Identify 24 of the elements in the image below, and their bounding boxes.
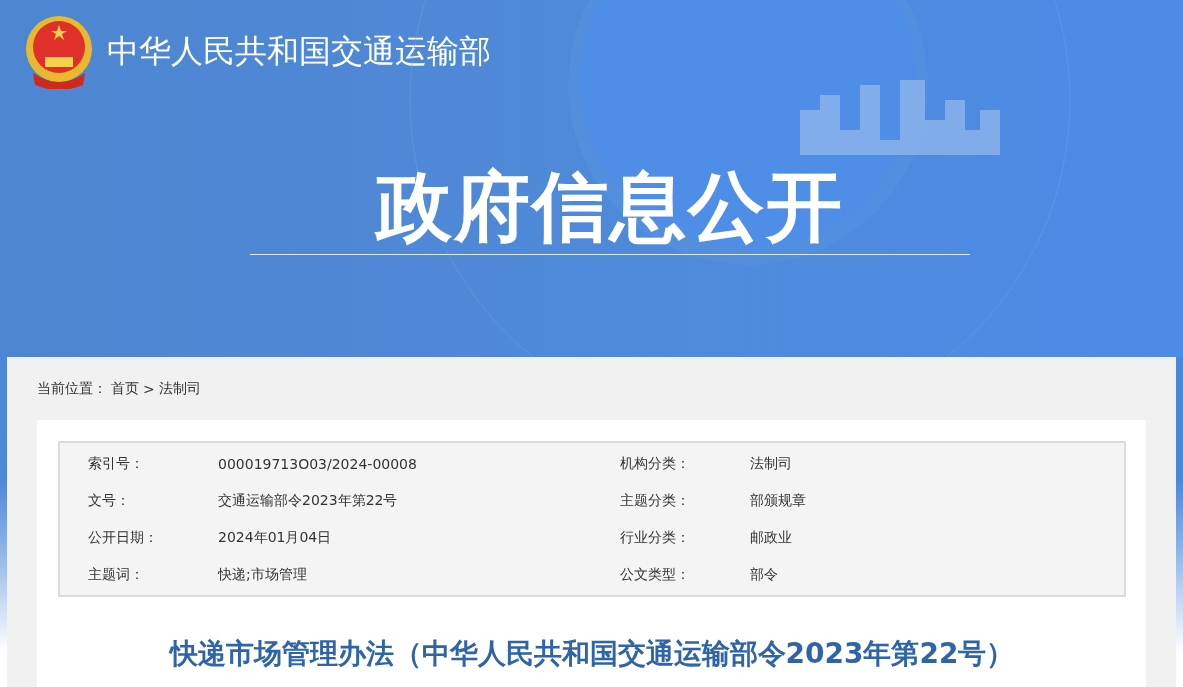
breadcrumb-link[interactable]: 法制司 — [158, 380, 201, 398]
info-label: 公开日期： — [88, 528, 159, 547]
info-label: 主题词： — [88, 565, 145, 584]
banner-title: 政府信息公开 — [376, 161, 844, 253]
national-emblem-icon — [23, 15, 95, 89]
info-label: 索引号： — [88, 454, 145, 473]
article-title: 快递市场管理办法（中华人民共和国交通运输部令2023年第22号） — [167, 636, 1016, 672]
info-label: 公文类型： — [620, 565, 691, 584]
info-label: 主题分类： — [620, 491, 691, 510]
info-label: 机构分类： — [620, 454, 691, 473]
info-label: 行业分类： — [620, 528, 691, 547]
info-label: 文号： — [88, 491, 131, 510]
info-value: 2024年01月04日 — [218, 528, 332, 547]
info-value: 部颁规章 — [750, 491, 806, 510]
breadcrumb-link[interactable]: 首页 — [111, 380, 139, 398]
info-value: 000019713O03/2024-00008 — [218, 455, 417, 472]
info-value: 交通运输部令2023年第22号 — [218, 491, 398, 510]
info-value: 快递;市场管理 — [218, 565, 307, 584]
info-value: 部令 — [750, 565, 778, 584]
info-value: 邮政业 — [750, 528, 792, 547]
info-value: 法制司 — [750, 454, 792, 473]
site-name: 中华人民共和国交通运输部 — [107, 31, 491, 72]
breadcrumb-label: 当前位置： — [37, 380, 107, 398]
breadcrumb-separator: > — [143, 381, 155, 397]
